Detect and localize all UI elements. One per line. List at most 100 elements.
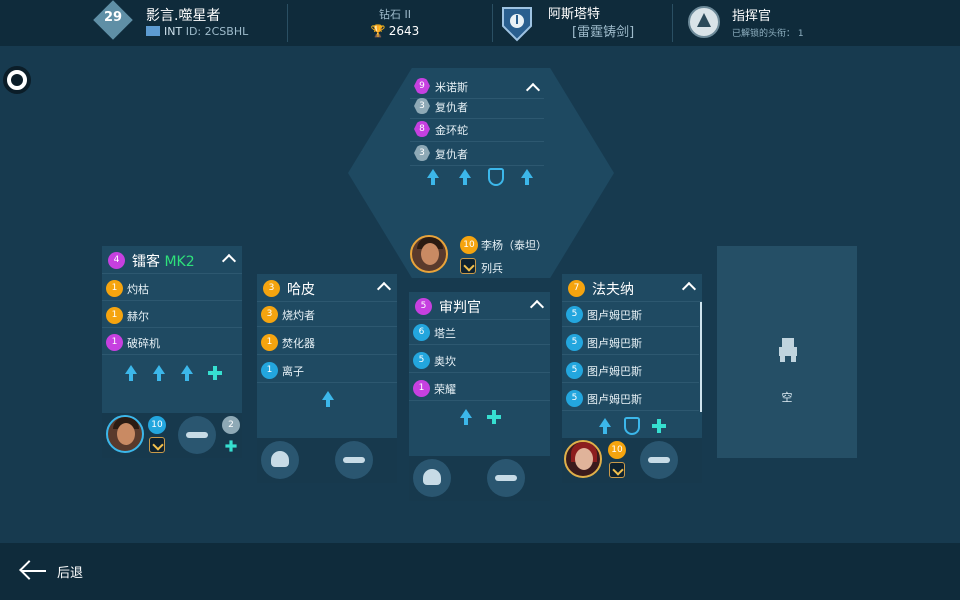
chevron-up-icon[interactable] bbox=[376, 281, 392, 297]
weapon-level: 1 bbox=[106, 307, 123, 324]
upgrade-icon bbox=[122, 364, 140, 382]
shield-icon bbox=[624, 417, 640, 435]
weapon-level: 3 bbox=[261, 306, 278, 323]
upgrade-icon bbox=[456, 168, 474, 186]
divider bbox=[672, 4, 673, 42]
divider bbox=[287, 4, 288, 42]
robot-name: 哈皮 bbox=[287, 282, 315, 298]
upgrade-icon bbox=[596, 417, 614, 435]
repair-icon bbox=[224, 439, 238, 453]
weapon-row[interactable]: 5 图卢姆巴斯 bbox=[562, 302, 699, 327]
bottom-bar bbox=[0, 543, 960, 600]
weapon-level: 5 bbox=[566, 334, 583, 351]
robot-card[interactable]: 5 审判官 6 塔兰 5 奥坎 1 荣耀 bbox=[409, 292, 550, 456]
back-arrow-icon[interactable] bbox=[19, 557, 47, 585]
weapon-row[interactable]: 1 荣耀 bbox=[409, 376, 550, 401]
pilot-avatar[interactable] bbox=[106, 415, 144, 453]
weapon-level: 5 bbox=[566, 362, 583, 379]
module-name: 米诺斯 bbox=[435, 81, 468, 94]
robot-perks bbox=[457, 408, 503, 426]
weapon-name: 图卢姆巴斯 bbox=[587, 393, 642, 406]
module-level: 8 bbox=[414, 121, 430, 137]
weapon-row[interactable]: 3 烧灼者 bbox=[257, 302, 397, 327]
weapon-row[interactable]: 1 灼枯 bbox=[102, 276, 242, 301]
chevron-up-icon[interactable] bbox=[221, 253, 237, 269]
commander-unlocked: 已解锁的头衔： 1 bbox=[732, 26, 804, 39]
pilot-slot-icon[interactable] bbox=[261, 441, 299, 479]
robot-card[interactable]: 7 法夫纳 5 图卢姆巴斯 5 图卢姆巴斯 5 图卢姆巴斯 5 图卢姆巴斯 bbox=[562, 274, 702, 438]
robot-card-header[interactable]: 7 法夫纳 bbox=[562, 274, 702, 302]
weapon-name: 奥坎 bbox=[434, 355, 456, 368]
clan-emblem-icon[interactable] bbox=[500, 4, 534, 42]
robot-perks bbox=[319, 390, 337, 408]
pilot-level: 10 bbox=[608, 441, 626, 459]
commander-title[interactable]: 指挥官 bbox=[732, 5, 771, 24]
weapon-row[interactable]: 5 图卢姆巴斯 bbox=[562, 330, 699, 355]
weapon-row[interactable]: 6 塔兰 bbox=[409, 320, 550, 345]
unlocked-count: 1 bbox=[797, 29, 804, 39]
weapon-row[interactable]: 5 图卢姆巴斯 bbox=[562, 358, 699, 383]
titan-module-row[interactable]: 8 金环蛇 bbox=[410, 117, 544, 142]
weapon-name: 图卢姆巴斯 bbox=[587, 337, 642, 350]
drone-icon[interactable] bbox=[178, 416, 216, 454]
chevron-up-icon[interactable] bbox=[529, 299, 545, 315]
weapon-name: 图卢姆巴斯 bbox=[587, 365, 642, 378]
weapon-name: 图卢姆巴斯 bbox=[587, 309, 642, 322]
chevron-up-icon[interactable] bbox=[681, 281, 697, 297]
titan-module-row[interactable]: 3 复仇者 bbox=[410, 94, 544, 119]
robot-perks bbox=[122, 364, 224, 382]
weapon-row[interactable]: 1 焚化器 bbox=[257, 330, 397, 355]
side-menu-toggle[interactable] bbox=[3, 66, 31, 94]
robot-level: 3 bbox=[263, 280, 280, 297]
drone-slot-icon[interactable] bbox=[335, 441, 373, 479]
upgrade-icon bbox=[518, 168, 536, 186]
clan-name[interactable]: 阿斯塔特 bbox=[548, 3, 600, 22]
weapon-level: 1 bbox=[106, 334, 123, 351]
shield-icon bbox=[488, 168, 504, 186]
weapon-row[interactable]: 5 奥坎 bbox=[409, 348, 550, 373]
back-button[interactable]: 后退 bbox=[57, 562, 83, 581]
weapon-level: 6 bbox=[413, 324, 430, 341]
weapon-name: 破碎机 bbox=[127, 337, 160, 350]
pilot-slot-icon[interactable] bbox=[413, 459, 451, 497]
robot-suffix: MK2 bbox=[164, 254, 195, 270]
league-score: 2643 bbox=[388, 24, 420, 38]
weapon-row[interactable]: 1 离子 bbox=[257, 358, 397, 383]
weapon-row[interactable]: 1 赫尔 bbox=[102, 303, 242, 328]
robot-card-header[interactable]: 4 镭客 MK2 bbox=[102, 246, 242, 274]
robot-name: 审判官 bbox=[439, 300, 481, 316]
robot-card-header[interactable]: 5 审判官 bbox=[409, 292, 550, 320]
robot-level: 5 bbox=[415, 298, 432, 315]
robot-card-header[interactable]: 3 哈皮 bbox=[257, 274, 397, 302]
titan-module-row[interactable]: 3 复仇者 bbox=[410, 141, 544, 166]
unlocked-label: 已解锁的头衔： bbox=[732, 29, 796, 39]
weapon-name: 赫尔 bbox=[127, 310, 149, 323]
equipment-bar: 10 bbox=[562, 438, 702, 483]
weapon-level: 5 bbox=[566, 306, 583, 323]
weapon-level: 1 bbox=[261, 334, 278, 351]
titan-pilot-avatar[interactable] bbox=[410, 235, 448, 273]
robot-level: 7 bbox=[568, 280, 585, 297]
weapon-row[interactable]: 1 破碎机 bbox=[102, 330, 242, 355]
module-name: 金环蛇 bbox=[435, 124, 468, 137]
module-name: 复仇者 bbox=[435, 101, 468, 114]
upgrade-icon bbox=[457, 408, 475, 426]
weapon-name: 灼枯 bbox=[127, 283, 149, 296]
weapon-level: 1 bbox=[413, 380, 430, 397]
player-info: INT ID: 2CSBHL bbox=[146, 25, 248, 38]
empty-slot-label: 空 bbox=[781, 391, 793, 404]
drone-slot-icon[interactable] bbox=[487, 459, 525, 497]
clan-tag: [雷霆铸剑] bbox=[572, 25, 635, 40]
scrollbar[interactable] bbox=[700, 302, 702, 412]
robot-card[interactable]: 4 镭客 MK2 1 灼枯 1 赫尔 1 破碎机 bbox=[102, 246, 242, 413]
player-name[interactable]: 影言.噬星者 bbox=[146, 5, 220, 25]
pilot-avatar[interactable] bbox=[564, 440, 602, 478]
rank-icon bbox=[149, 437, 165, 453]
weapon-level: 5 bbox=[566, 390, 583, 407]
commander-emblem-icon[interactable] bbox=[688, 6, 720, 38]
titan-pilot-rank: 列兵 bbox=[481, 262, 503, 275]
robot-card[interactable]: 3 哈皮 3 烧灼者 1 焚化器 1 离子 bbox=[257, 274, 397, 438]
weapon-row[interactable]: 5 图卢姆巴斯 bbox=[562, 386, 699, 411]
robot-level: 4 bbox=[108, 252, 125, 269]
drone-slot-icon[interactable] bbox=[640, 441, 678, 479]
